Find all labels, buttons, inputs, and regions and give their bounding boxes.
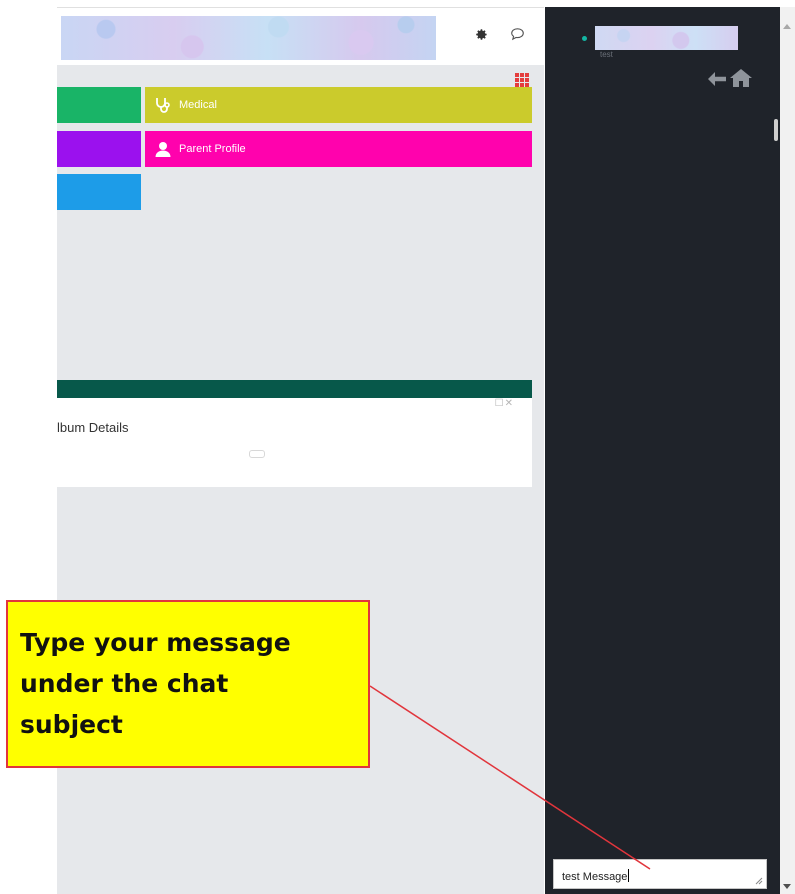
tile-blue[interactable] (57, 174, 141, 210)
back-arrow-icon[interactable] (708, 72, 726, 86)
callout-line-2: under the chat (20, 669, 229, 698)
home-icon[interactable] (730, 69, 752, 87)
message-input[interactable]: test Message (553, 859, 767, 889)
tile-medical-label: Medical (179, 99, 217, 111)
stethoscope-icon (153, 95, 173, 115)
online-status-dot (582, 36, 587, 41)
callout-line-3: subject (20, 710, 123, 739)
message-input-value: test Message (562, 871, 628, 883)
resize-grip-icon[interactable] (754, 876, 763, 885)
top-bar (57, 7, 544, 65)
album-details-panel: ☐✕ lbum Details (57, 380, 532, 487)
page-scrollbar[interactable] (780, 7, 795, 894)
chat-nav-icons (708, 68, 758, 90)
tile-green[interactable] (57, 87, 141, 123)
tile-purple[interactable] (57, 131, 141, 167)
user-icon (153, 139, 173, 159)
chat-bubble-icon[interactable] (506, 23, 528, 45)
scroll-down-arrow-icon[interactable] (783, 884, 791, 889)
instruction-callout: Type your message under the chat subject (6, 600, 370, 768)
album-window-controls[interactable]: ☐✕ (495, 398, 514, 409)
blurred-contact-name (595, 26, 738, 50)
tile-parent-profile[interactable]: Parent Profile (145, 131, 532, 167)
chat-scroll-thumb[interactable] (774, 119, 778, 141)
album-header-bar (57, 380, 532, 398)
album-details-title: lbum Details (57, 420, 129, 435)
chat-subject: test (600, 50, 613, 59)
text-caret (628, 869, 630, 882)
app-grid-icon[interactable] (515, 73, 529, 87)
album-empty-icon (249, 450, 265, 458)
scroll-up-arrow-icon[interactable] (783, 24, 791, 29)
blurred-banner-image (61, 16, 436, 60)
callout-line-1: Type your message (20, 628, 291, 657)
chat-sidebar: test test Message (545, 7, 780, 894)
gear-icon[interactable] (470, 23, 492, 45)
tile-parent-profile-label: Parent Profile (179, 143, 246, 155)
tile-medical[interactable]: Medical (145, 87, 532, 123)
